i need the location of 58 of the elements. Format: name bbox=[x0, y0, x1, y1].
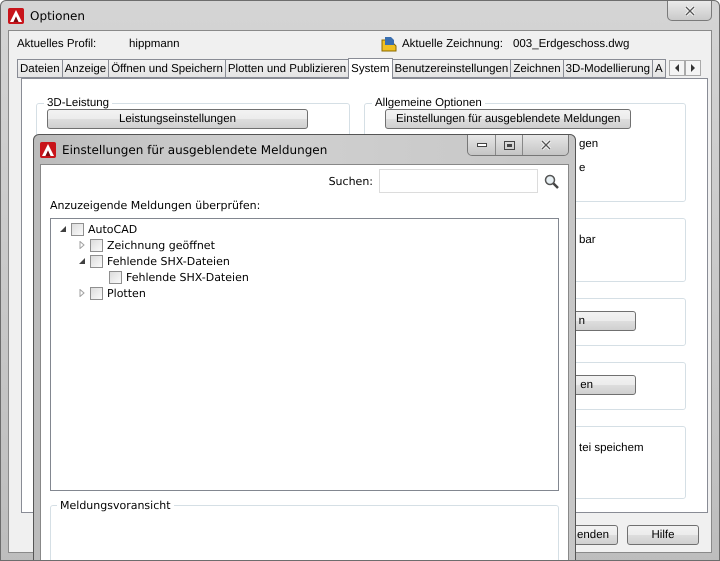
tab[interactable]: 3D-Modellierung bbox=[562, 59, 654, 78]
window-title: Optionen bbox=[30, 8, 86, 22]
tab[interactable]: Benutzereinstellungen bbox=[392, 59, 512, 78]
checkbox[interactable] bbox=[90, 254, 103, 268]
drawing-label: Aktuelle Zeichnung: bbox=[402, 38, 504, 50]
group-title: Allgemeine Optionen bbox=[374, 97, 483, 109]
dialog-title: Einstellungen für ausgeblendete Meldungen bbox=[62, 142, 328, 156]
tab[interactable]: Dateien bbox=[17, 59, 63, 78]
drawing-file-icon bbox=[381, 36, 397, 52]
maximize-button[interactable] bbox=[495, 135, 522, 155]
collapse-arrow-icon[interactable] bbox=[78, 257, 86, 265]
collapse-arrow-icon[interactable] bbox=[59, 225, 67, 233]
option-label: bar bbox=[579, 233, 596, 248]
profile-label: Aktuelles Profil: bbox=[17, 38, 98, 50]
scroll-right-button[interactable] bbox=[684, 60, 701, 76]
close-icon bbox=[540, 140, 552, 150]
close-icon bbox=[684, 6, 696, 16]
minimize-button[interactable] bbox=[468, 135, 495, 155]
profile-value: hippmann bbox=[129, 38, 181, 50]
search-icon[interactable] bbox=[544, 174, 559, 188]
checkbox[interactable] bbox=[71, 222, 84, 236]
left-arrow-icon bbox=[674, 64, 680, 72]
performance-settings-button[interactable]: Leistungseinstellungen bbox=[47, 109, 308, 129]
tree-item-label[interactable]: AutoCAD bbox=[88, 222, 138, 236]
tab[interactable]: Anzeige bbox=[62, 59, 110, 78]
tree-item-label[interactable]: Fehlende SHX-Dateien bbox=[126, 270, 249, 284]
tab[interactable]: Öffnen und Speichern bbox=[108, 59, 226, 78]
right-arrow-icon bbox=[690, 64, 696, 72]
maximize-icon bbox=[504, 140, 514, 150]
search-field[interactable] bbox=[379, 169, 538, 193]
scroll-left-button[interactable] bbox=[668, 60, 685, 76]
option-label: gen bbox=[579, 137, 598, 152]
option-label: e bbox=[579, 161, 586, 176]
minimize-icon bbox=[476, 143, 486, 147]
tab[interactable]: Plotten und Publizieren bbox=[224, 59, 350, 78]
tab[interactable]: Zeichnen bbox=[510, 59, 564, 78]
option-label: tei speichem bbox=[579, 441, 644, 456]
tree-item-label[interactable]: Plotten bbox=[107, 286, 146, 300]
app-logo-icon bbox=[8, 8, 24, 24]
tab[interactable]: A bbox=[652, 59, 666, 78]
settings-button[interactable]: Einstellungen für ausgeblendete Meldungen bbox=[385, 109, 632, 129]
close-button[interactable] bbox=[667, 1, 712, 21]
checkbox[interactable] bbox=[109, 270, 122, 284]
app-logo-icon bbox=[40, 142, 56, 158]
search-label: Suchen: bbox=[328, 174, 373, 188]
expand-arrow-icon[interactable] bbox=[78, 241, 86, 249]
dialog-button[interactable]: Hilfe bbox=[627, 525, 699, 545]
tree-item-label[interactable]: Fehlende SHX-Dateien bbox=[107, 254, 230, 268]
checkbox[interactable] bbox=[90, 286, 103, 300]
group-title: 3D-Leistung bbox=[46, 97, 110, 109]
tab[interactable]: System bbox=[348, 58, 393, 79]
expand-arrow-icon[interactable] bbox=[78, 289, 86, 297]
checkbox[interactable] bbox=[90, 238, 103, 252]
tree-item-label[interactable]: Zeichnung geöffnet bbox=[107, 238, 215, 252]
group-title: Meldungsvoransicht bbox=[59, 499, 172, 512]
close-button[interactable] bbox=[522, 135, 568, 155]
instruction-label: Anzuzeigende Meldungen überprüfen: bbox=[50, 199, 260, 212]
drawing-value: 003_Erdgeschoss.dwg bbox=[513, 38, 630, 50]
